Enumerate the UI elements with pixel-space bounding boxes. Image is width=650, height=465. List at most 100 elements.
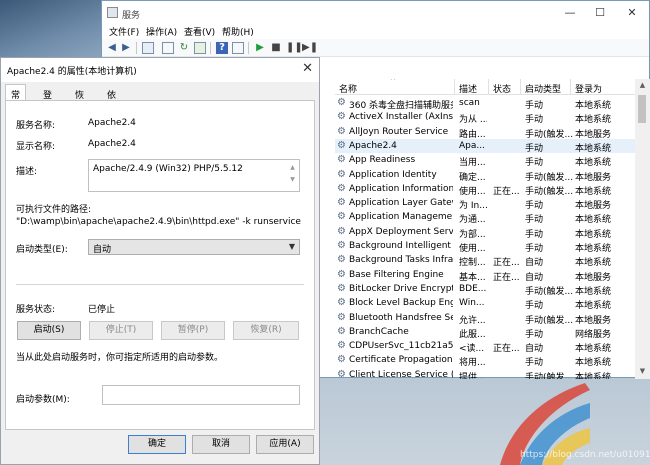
service-desc: 基本... bbox=[459, 272, 486, 283]
service-row[interactable]: ⚙ CDPUserSvc_11cb21a5 <读... 正在... 自动 本地系统 bbox=[335, 339, 635, 354]
service-row[interactable]: ⚙ BranchCache 此服... 手动 网络服务 bbox=[335, 325, 635, 340]
services-title: 服务 bbox=[122, 11, 141, 21]
service-name: Application Information bbox=[349, 183, 453, 194]
service-name-value: Apache2.4 bbox=[88, 118, 136, 128]
service-startup: 手动(触发... bbox=[525, 286, 573, 297]
service-row[interactable]: ⚙Block Level Backup Engi... Win... 手动 本地系统 bbox=[335, 296, 635, 312]
service-status-label: 服务状态: bbox=[16, 305, 56, 315]
service-desc: Apa... bbox=[459, 140, 485, 151]
pause-button[interactable]: 暂停(P) bbox=[161, 321, 225, 340]
service-row[interactable]: ⚙ Certificate Propagation 将用... 手动 本地系统 bbox=[335, 353, 635, 369]
dialog-close-icon[interactable]: ✕ bbox=[302, 61, 313, 76]
service-logon: 本地系统 bbox=[575, 372, 612, 379]
service-logon: 本地系统 bbox=[575, 158, 612, 169]
list-header: 名称 ^ 描述 状态 启动类型 登录为 bbox=[335, 79, 635, 95]
scroll-thumb[interactable] bbox=[638, 95, 646, 123]
properties-icon[interactable] bbox=[162, 42, 174, 54]
stop-service-icon[interactable]: ■ bbox=[270, 42, 282, 54]
restart-service-icon[interactable]: ▶❚ bbox=[302, 42, 318, 54]
service-row[interactable]: ⚙ AllJoyn Router Service 路由... 手动(触发... 本地服务 bbox=[335, 125, 635, 140]
service-status-value: 已停止 bbox=[88, 305, 116, 315]
cancel-button[interactable]: 取消 bbox=[192, 435, 250, 454]
service-row[interactable]: ⚙Background Intelligent T... 使用... 手动 本地系统 bbox=[335, 239, 635, 254]
stop-button[interactable]: 停止(T) bbox=[89, 321, 153, 340]
menu-action[interactable]: 操作(A) bbox=[146, 25, 177, 38]
service-desc: 此服... bbox=[459, 329, 486, 340]
menu-file[interactable]: 文件(F) bbox=[109, 25, 139, 38]
service-row[interactable]: ⚙Bluetooth Handsfree Ser... 允许... 手动(触发...… bbox=[335, 311, 635, 326]
service-desc: 为 In... bbox=[459, 201, 487, 212]
exe-path-label: 可执行文件的路径: bbox=[16, 205, 92, 215]
menu-bar: 文件(F) 操作(A) 查看(V) 帮助(H) bbox=[102, 25, 649, 39]
gear-icon: ⚙ bbox=[337, 340, 346, 352]
service-startup: 手动 bbox=[525, 301, 544, 312]
start-service-icon[interactable]: ▶ bbox=[254, 42, 266, 54]
service-row[interactable]: ⚙BitLocker Drive Encryptio... BDE... 手动(触发… bbox=[335, 282, 635, 297]
service-row[interactable]: ⚙Client License Service (C... 提供... 手动(触发.… bbox=[335, 368, 635, 379]
description-field[interactable]: Apache/2.4.9 (Win32) PHP/5.5.12 ▲ ▼ bbox=[88, 159, 300, 192]
service-name: Application Management bbox=[349, 212, 453, 223]
tab-dependencies[interactable]: 依存关系 bbox=[102, 85, 121, 140]
service-row[interactable]: ⚙ Application Information 使用... 正在... 手动(触发.… bbox=[335, 182, 635, 197]
menu-help[interactable]: 帮助(H) bbox=[222, 25, 254, 38]
col-status[interactable]: 状态 bbox=[493, 82, 511, 95]
menu-view[interactable]: 查看(V) bbox=[184, 25, 215, 38]
properties-dialog: Apache2.4 的属性(本地计算机) ✕ 常规 登录 恢复 依存关系 服务名… bbox=[0, 57, 320, 465]
close-button[interactable]: ✕ bbox=[624, 5, 640, 21]
pause-service-icon[interactable]: ❚❚ bbox=[286, 42, 303, 54]
col-desc[interactable]: 描述 bbox=[459, 82, 477, 95]
service-row[interactable]: ⚙ App Readiness 当用... 手动 本地系统 bbox=[335, 153, 635, 169]
export-icon[interactable] bbox=[194, 42, 206, 54]
service-row[interactable]: ⚙ 360 杀毒全盘扫描辅助服务 scan 手动 本地系统 bbox=[335, 96, 635, 111]
forward-icon[interactable]: ▶ bbox=[120, 42, 132, 54]
back-icon[interactable]: ◀ bbox=[106, 42, 118, 54]
col-logon[interactable]: 登录为 bbox=[575, 82, 602, 95]
service-row[interactable]: ⚙ActiveX Installer (AxInstSV) 为从 ... 手动 本地系… bbox=[335, 110, 635, 125]
exe-path-value: "D:\wamp\bin\apache\apache2.4.9\bin\http… bbox=[16, 217, 301, 227]
service-row[interactable]: ⚙Background Tasks Infras... 控制... 正在... 自动 本… bbox=[335, 253, 635, 268]
service-logon: 本地系统 bbox=[575, 101, 612, 111]
tab-recovery[interactable]: 恢复 bbox=[70, 85, 89, 114]
col-name[interactable]: 名称 bbox=[339, 82, 357, 95]
apply-button[interactable]: 应用(A) bbox=[256, 435, 314, 454]
description-scroll-icon[interactable]: ▲ ▼ bbox=[288, 162, 297, 190]
console-tree-icon[interactable] bbox=[142, 42, 154, 54]
service-row[interactable]: ⚙Application Layer Gatewa... 为 In... 手动 本地服… bbox=[335, 196, 635, 212]
service-desc: 使用... bbox=[459, 186, 486, 197]
service-name: App Readiness bbox=[349, 155, 416, 166]
scroll-up-icon[interactable]: ▲ bbox=[635, 81, 650, 91]
service-name: AppX Deployment Servic... bbox=[349, 226, 453, 237]
minimize-button[interactable]: — bbox=[562, 5, 578, 21]
gear-icon: ⚙ bbox=[337, 225, 346, 237]
col-startup[interactable]: 启动类型 bbox=[525, 82, 561, 95]
service-logon: 本地系统 bbox=[575, 143, 612, 154]
service-name: Apache2.4 bbox=[349, 140, 397, 151]
ok-button[interactable]: 确定 bbox=[128, 435, 186, 454]
vertical-scrollbar[interactable]: ▲ ▼ bbox=[635, 79, 650, 379]
service-desc: Win... bbox=[459, 298, 485, 309]
service-name: Background Tasks Infras... bbox=[349, 255, 453, 266]
tab-logon[interactable]: 登录 bbox=[38, 85, 57, 114]
gear-icon: ⚙ bbox=[337, 282, 346, 294]
maximize-button[interactable]: ☐ bbox=[592, 5, 608, 21]
resume-button[interactable]: 恢复(R) bbox=[233, 321, 299, 340]
service-startup: 手动 bbox=[525, 229, 544, 240]
service-desc: BDE... bbox=[459, 283, 487, 294]
service-row[interactable]: ⚙ Apache2.4 Apa... 手动 本地系统 bbox=[335, 138, 635, 154]
service-row[interactable]: ⚙ Base Filtering Engine 基本... 正在... 自动 本地服务 bbox=[335, 268, 635, 283]
view-icon[interactable] bbox=[232, 42, 244, 54]
refresh-icon[interactable]: ↻ bbox=[178, 42, 190, 54]
start-button[interactable]: 启动(S) bbox=[17, 321, 81, 340]
service-logon: 本地系统 bbox=[575, 358, 612, 369]
service-name: Block Level Backup Engi... bbox=[349, 298, 453, 309]
service-row[interactable]: ⚙AppX Deployment Servic... 为部... 手动 本地系统 bbox=[335, 225, 635, 240]
startup-type-select[interactable]: 自动 ▼ bbox=[88, 239, 300, 255]
scroll-down-icon[interactable]: ▼ bbox=[635, 367, 650, 377]
service-name: Application Identity bbox=[349, 169, 437, 180]
help-icon[interactable]: ? bbox=[216, 42, 228, 54]
tab-general[interactable]: 常规 bbox=[5, 84, 27, 114]
service-row[interactable]: ⚙ Application Management 为通... 手动 本地系统 bbox=[335, 210, 635, 225]
gear-icon: ⚙ bbox=[337, 254, 346, 266]
service-row[interactable]: ⚙ Application Identity 确定... 手动(触发... 本地服务 bbox=[335, 168, 635, 183]
start-params-input[interactable] bbox=[102, 385, 300, 405]
